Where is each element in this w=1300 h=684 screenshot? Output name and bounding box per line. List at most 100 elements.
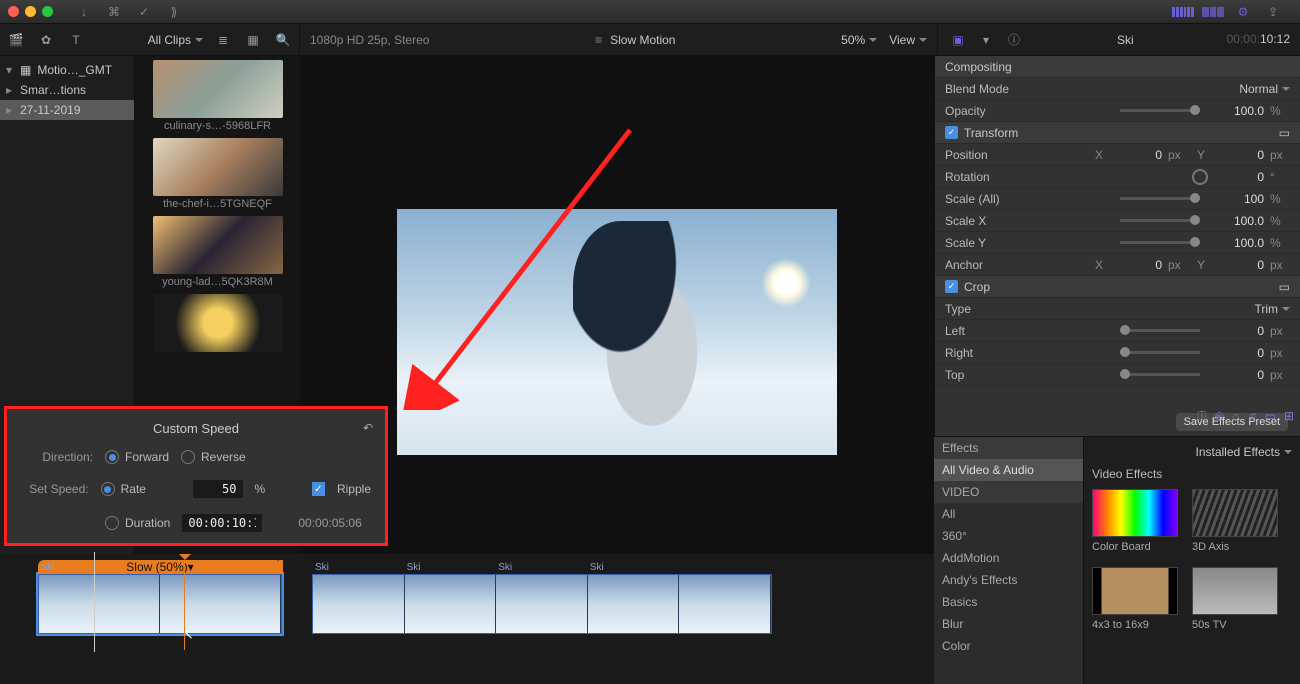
position-y[interactable]: 0 xyxy=(1214,148,1264,162)
timeline-clip[interactable]: Ski Ski Ski Ski xyxy=(312,574,772,634)
fx-cat-item[interactable]: 360° xyxy=(934,525,1083,547)
titles-icon[interactable]: T xyxy=(66,30,86,50)
popover-title: Custom Speed xyxy=(21,421,371,436)
import-icon[interactable]: ↓ xyxy=(73,1,95,23)
duration-input[interactable] xyxy=(182,514,262,532)
speed-badge[interactable]: Slow (50%) ▾ xyxy=(38,560,282,574)
anchor-x[interactable]: 0 xyxy=(1112,258,1162,272)
effect-item[interactable]: Color Board xyxy=(1092,489,1178,553)
fx-cat-item[interactable]: All xyxy=(934,503,1083,525)
section-transform[interactable]: ✓Transform▭ xyxy=(935,122,1300,144)
crop-right-slider[interactable] xyxy=(1120,351,1200,354)
fx-cat-item[interactable]: Basics xyxy=(934,591,1083,613)
fx-cat-item[interactable]: VIDEO xyxy=(934,481,1083,503)
opacity-slider[interactable] xyxy=(1120,109,1200,112)
fx-cat-item[interactable]: Blur xyxy=(934,613,1083,635)
effect-item[interactable]: 3D Axis xyxy=(1192,489,1278,553)
info-inspector-icon[interactable]: ⓘ xyxy=(1004,30,1024,50)
effect-item[interactable]: 50s TV xyxy=(1192,567,1278,631)
layout-tiles-purple[interactable] xyxy=(1172,1,1194,23)
library-item[interactable]: ▾▦Motio…_GMT xyxy=(0,60,134,80)
browser-thumb[interactable] xyxy=(153,294,283,354)
fx-cat-item[interactable]: AddMotion xyxy=(934,547,1083,569)
audio-skim-icon[interactable]: ♫ xyxy=(1248,409,1257,424)
library-item[interactable]: ▸27-11-2019 xyxy=(0,100,134,120)
viewer-canvas[interactable] xyxy=(300,56,934,608)
skim-icon[interactable]: ⌂ xyxy=(1232,409,1239,424)
rotation-dial[interactable] xyxy=(1192,169,1208,185)
position-x[interactable]: 0 xyxy=(1112,148,1162,162)
direction-forward-radio[interactable]: Forward xyxy=(105,450,169,464)
zoom-icon[interactable] xyxy=(42,6,53,17)
ripple-checkbox[interactable]: ✓ xyxy=(312,482,325,496)
enhance-icon[interactable]: ⟫ xyxy=(163,1,185,23)
color-inspector-icon[interactable]: ▾ xyxy=(976,30,996,50)
timeline-clip-selected[interactable]: Ski xyxy=(38,574,282,634)
timeline-playhead[interactable] xyxy=(184,560,185,650)
browser-thumb[interactable]: the-chef-i…5TGNEQF xyxy=(153,138,283,210)
photos-icon[interactable]: ✿ xyxy=(36,30,56,50)
transitions-icon[interactable]: ≡ xyxy=(595,33,602,47)
opacity-label: Opacity xyxy=(945,104,1035,118)
skimmer-playhead[interactable] xyxy=(94,552,95,652)
effect-item[interactable]: 4x3 to 16x9 xyxy=(1092,567,1178,631)
browser-thumb[interactable]: young-lad…5QK3R8M xyxy=(153,216,283,288)
clip-timecode: 00:00:10:12 xyxy=(1227,32,1290,47)
crop-checkbox[interactable]: ✓ xyxy=(945,280,958,293)
tools-icon[interactable]: ⚙ xyxy=(1232,1,1254,23)
bg-tasks-icon[interactable]: ✓ xyxy=(133,1,155,23)
filmstrip-icon[interactable]: ≣ xyxy=(213,30,233,50)
transform-onscreen-icon[interactable]: ▭ xyxy=(1279,126,1290,140)
blend-mode-dropdown[interactable]: Normal xyxy=(1239,82,1290,96)
search-icon[interactable]: 🔍 xyxy=(273,30,293,50)
timeline-tool-icons[interactable]: ⎅ ⎆ ⌂ ♫ ▭ ⊞ xyxy=(1197,409,1294,424)
undo-icon[interactable]: ↶ xyxy=(363,421,373,435)
clips-filter-dropdown[interactable]: All Clips xyxy=(148,33,203,47)
close-icon[interactable] xyxy=(8,6,19,17)
crop-left-slider[interactable] xyxy=(1120,329,1200,332)
video-effects-label: Video Effects xyxy=(1092,467,1292,481)
installed-effects-dropdown[interactable]: Installed Effects xyxy=(1196,445,1293,459)
blend-mode-label: Blend Mode xyxy=(945,82,1035,96)
set-speed-label: Set Speed: xyxy=(21,482,89,496)
section-compositing[interactable]: Compositing xyxy=(935,56,1300,78)
effects-toggle-icon[interactable]: ⊞ xyxy=(1284,409,1294,424)
crop-top-slider[interactable] xyxy=(1120,373,1200,376)
keyword-icon[interactable]: ⌘ xyxy=(103,1,125,23)
section-crop[interactable]: ✓Crop▭ xyxy=(935,276,1300,298)
browser-thumb[interactable]: culinary-s…-5968LFR xyxy=(153,60,283,132)
anchor-y[interactable]: 0 xyxy=(1214,258,1264,272)
fx-cat-item[interactable]: All Video & Audio xyxy=(934,459,1083,481)
transform-checkbox[interactable]: ✓ xyxy=(945,126,958,139)
crop-onscreen-icon[interactable]: ▭ xyxy=(1279,280,1290,294)
library-item[interactable]: ▸Smar…tions xyxy=(0,80,134,100)
custom-speed-popover: Custom Speed ↶ Direction: Forward Revers… xyxy=(4,406,388,546)
scale-x-slider[interactable] xyxy=(1120,219,1200,222)
fx-cat-item[interactable]: Andy's Effects xyxy=(934,569,1083,591)
fx-cat-item[interactable]: Color xyxy=(934,635,1083,657)
view-dropdown[interactable]: View xyxy=(889,33,927,47)
rotation-value[interactable]: 0 xyxy=(1214,170,1264,184)
solo-icon[interactable]: ▭ xyxy=(1265,409,1276,424)
list-icon[interactable]: ▦ xyxy=(243,30,263,50)
zoom-dropdown[interactable]: 50% xyxy=(841,33,877,47)
snap-icon[interactable]: ⎆ xyxy=(1215,409,1225,424)
video-inspector-icon[interactable]: ▣ xyxy=(948,30,968,50)
direction-reverse-radio[interactable]: Reverse xyxy=(181,450,246,464)
layout-tiles-2[interactable] xyxy=(1202,1,1224,23)
crop-type-dropdown[interactable]: Trim xyxy=(1254,302,1290,316)
minimize-icon[interactable] xyxy=(25,6,36,17)
preview-frame xyxy=(397,209,837,455)
library-icon[interactable]: 🎬 xyxy=(6,30,26,50)
speed-duration-radio[interactable]: Duration xyxy=(105,516,170,530)
index-icon[interactable]: ⎅ xyxy=(1197,409,1207,424)
opacity-value[interactable]: 100.0 xyxy=(1214,104,1264,118)
share-icon[interactable]: ⇪ xyxy=(1262,1,1284,23)
speed-rate-radio[interactable]: Rate xyxy=(101,482,146,496)
scale-all-slider[interactable] xyxy=(1120,197,1200,200)
window-titlebar: ↓ ⌘ ✓ ⟫ ⚙ ⇪ xyxy=(0,0,1300,24)
window-controls[interactable] xyxy=(8,6,53,17)
rate-input[interactable] xyxy=(193,480,243,498)
timeline-area[interactable]: Slow (50%) ▾ Ski Ski Ski Ski Ski ↖ xyxy=(0,554,934,684)
scale-y-slider[interactable] xyxy=(1120,241,1200,244)
